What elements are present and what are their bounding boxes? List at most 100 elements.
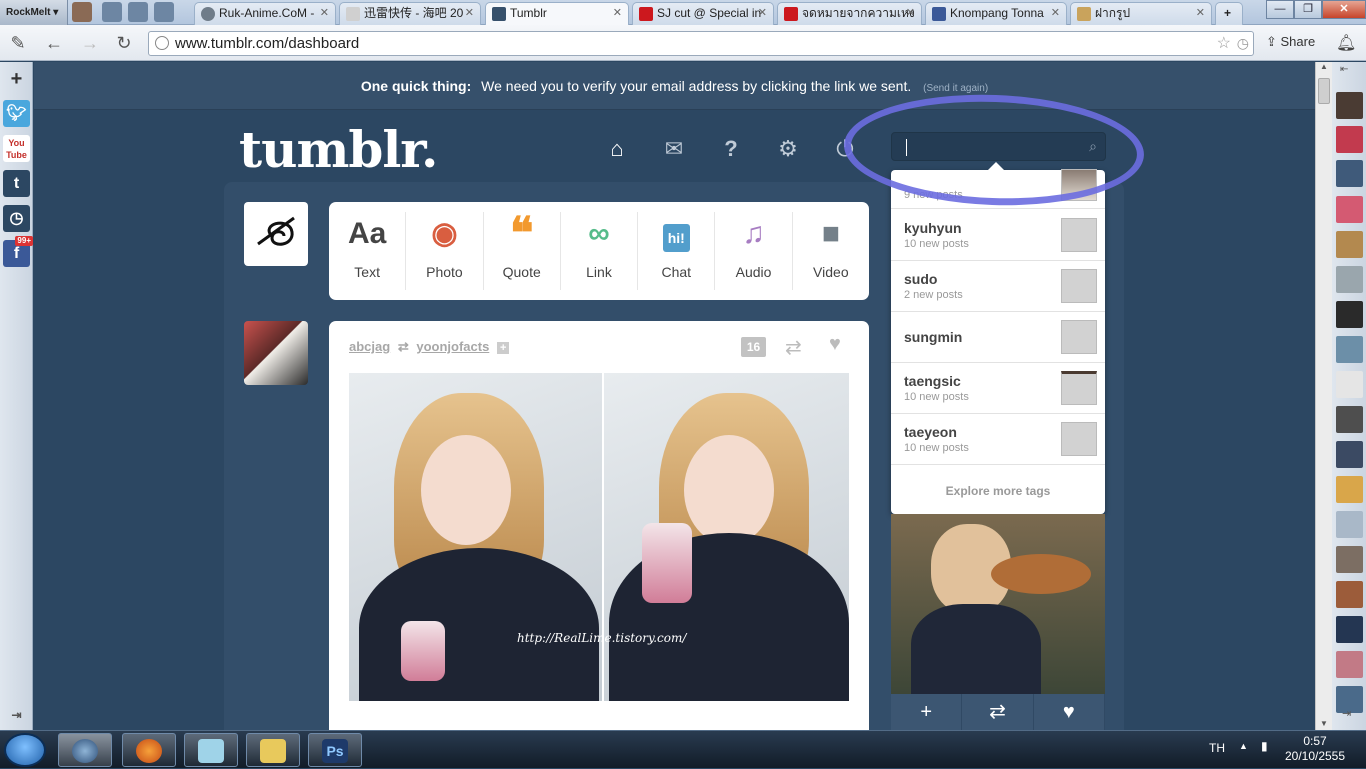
friend-avatar[interactable]: [1336, 160, 1363, 187]
browser-tab[interactable]: 迅雷快传 - 海吧 20 ✕: [339, 2, 481, 25]
clock-app-icon[interactable]: ◷: [3, 205, 30, 232]
browser-tab-active[interactable]: Tumblr ✕: [485, 2, 629, 26]
post-photo[interactable]: [349, 373, 602, 701]
page-scrollbar[interactable]: ▲ ▼: [1315, 62, 1332, 730]
bookmark-star-icon[interactable]: ☆: [1217, 32, 1231, 55]
like-heart-icon[interactable]: ♥: [1034, 694, 1105, 730]
input-language[interactable]: TH: [1209, 741, 1225, 755]
friend-avatar[interactable]: [1336, 231, 1363, 258]
close-tab-icon[interactable]: ✕: [1051, 3, 1060, 24]
network-signal-icon[interactable]: ▮: [1261, 739, 1268, 753]
close-tab-icon[interactable]: ✕: [465, 3, 474, 24]
friend-avatar[interactable]: [1336, 546, 1363, 573]
browser-tab[interactable]: จดหมายจากความเหง ✕: [777, 2, 922, 25]
taskbar-rockmelt[interactable]: [58, 733, 112, 767]
system-clock[interactable]: 0:57 20/10/2555: [1284, 734, 1346, 764]
post-author-avatar[interactable]: [244, 321, 308, 385]
collapse-sidebar-icon[interactable]: ⇥: [3, 702, 30, 729]
friends-collapse-icon[interactable]: ⇤: [1340, 64, 1348, 75]
friend-avatar[interactable]: [1336, 616, 1363, 643]
browser-tab[interactable]: Knompang Tonna ✕: [925, 2, 1067, 25]
globe-icon[interactable]: [154, 2, 174, 22]
taskbar-explorer[interactable]: [246, 733, 300, 767]
friend-avatar[interactable]: [1336, 196, 1363, 223]
show-hidden-icons-icon[interactable]: ▲: [1239, 741, 1248, 751]
reload-button[interactable]: ↻: [114, 33, 134, 53]
browser-tab[interactable]: SJ cut @ Special in ✕: [632, 2, 774, 25]
chat-icon[interactable]: [128, 2, 148, 22]
resend-link[interactable]: (Send it again): [923, 83, 988, 94]
friend-avatar[interactable]: [1336, 476, 1363, 503]
friends-expand-icon[interactable]: ⇥: [1342, 707, 1351, 720]
post-author-link[interactable]: abcjag: [349, 339, 390, 354]
friend-avatar[interactable]: [1336, 581, 1363, 608]
browser-tab[interactable]: Ruk-Anime.CoM - ✕: [194, 2, 336, 25]
friend-avatar[interactable]: [1336, 301, 1363, 328]
edit-icon[interactable]: ✎: [8, 33, 28, 53]
profile-avatar[interactable]: [72, 2, 92, 22]
friend-avatar[interactable]: [1336, 126, 1363, 153]
scroll-down-arrow-icon[interactable]: ▼: [1316, 719, 1332, 728]
settings-gear-icon[interactable]: ⚙: [774, 135, 802, 163]
history-icon[interactable]: ◷: [1237, 32, 1249, 55]
taskbar-photoshop[interactable]: Ps: [308, 733, 362, 767]
friend-avatar[interactable]: [1336, 441, 1363, 468]
new-audio-post-button[interactable]: ♫ Audio: [715, 212, 793, 290]
explore-more-tags-link[interactable]: Explore more tags: [891, 484, 1105, 498]
friend-avatar[interactable]: [1336, 266, 1363, 293]
friend-avatar[interactable]: [1336, 92, 1363, 119]
notes-count[interactable]: 16: [741, 337, 766, 357]
add-app-button[interactable]: +: [3, 66, 30, 93]
tag-item[interactable]: kyuhyun 10 new posts: [891, 210, 1105, 261]
minimize-button[interactable]: —: [1266, 0, 1294, 19]
new-tab-button[interactable]: +: [1215, 2, 1243, 25]
rockmelt-menu-button[interactable]: RockMelt ▾: [0, 0, 68, 25]
taskbar-firefox[interactable]: [122, 733, 176, 767]
reblog-icon[interactable]: ⇄: [962, 694, 1034, 730]
close-tab-icon[interactable]: ✕: [1196, 3, 1205, 24]
reblog-icon[interactable]: ⇄: [785, 335, 802, 360]
browser-tab[interactable]: ฝากรูป ✕: [1070, 2, 1212, 25]
tag-item[interactable]: sungmin: [891, 312, 1105, 363]
follow-plus-icon[interactable]: +: [891, 694, 963, 730]
help-icon[interactable]: ?: [717, 135, 745, 163]
close-tab-icon[interactable]: ✕: [613, 3, 622, 24]
tumblr-logo[interactable]: tumblr.: [239, 120, 438, 179]
post-source-link[interactable]: yoonjofacts: [416, 339, 489, 354]
new-chat-post-button[interactable]: hi! Chat: [638, 212, 716, 290]
new-text-post-button[interactable]: Aa Text: [329, 212, 407, 290]
close-tab-icon[interactable]: ✕: [320, 3, 329, 24]
start-button[interactable]: [4, 733, 46, 767]
home-icon[interactable]: ⌂: [603, 135, 631, 163]
follow-plus-icon[interactable]: +: [496, 342, 510, 354]
taskbar-notepad[interactable]: [184, 733, 238, 767]
address-bar[interactable]: www.tumblr.com/dashboard ☆ ◷: [148, 31, 1254, 56]
facebook-app-icon[interactable]: f 99+: [3, 236, 33, 267]
new-quote-post-button[interactable]: ❝ Quote: [484, 212, 561, 290]
new-link-post-button[interactable]: ∞ Link: [561, 212, 639, 290]
tag-item[interactable]: taeyeon 10 new posts: [891, 414, 1105, 465]
scroll-thumb[interactable]: [1318, 78, 1330, 104]
site-info-icon[interactable]: [155, 36, 169, 50]
friend-avatar[interactable]: [1336, 651, 1363, 678]
like-heart-icon[interactable]: ♥: [829, 333, 841, 356]
share-button[interactable]: ⇪ Share: [1266, 34, 1315, 50]
post-photo[interactable]: [604, 373, 849, 701]
scroll-up-arrow-icon[interactable]: ▲: [1316, 62, 1332, 71]
tag-item[interactable]: taengsic 10 new posts: [891, 363, 1105, 414]
friends-icon[interactable]: [102, 2, 122, 22]
notifications-bell-icon[interactable]: 🔔︎: [1336, 33, 1356, 53]
radar-photo[interactable]: [891, 514, 1105, 694]
forward-button[interactable]: →: [80, 33, 100, 53]
friend-avatar[interactable]: [1336, 371, 1363, 398]
my-avatar[interactable]: [244, 202, 308, 266]
new-photo-post-button[interactable]: ◉ Photo: [406, 212, 484, 290]
back-button[interactable]: ←: [44, 33, 64, 53]
messages-icon[interactable]: ✉: [660, 135, 688, 163]
close-window-button[interactable]: ✕: [1322, 0, 1366, 19]
twitter-icon[interactable]: 🐦︎: [3, 100, 30, 127]
close-tab-icon[interactable]: ✕: [758, 3, 767, 24]
youtube-icon[interactable]: You Tube: [3, 135, 30, 162]
close-tab-icon[interactable]: ✕: [906, 3, 915, 24]
friend-avatar[interactable]: [1336, 511, 1363, 538]
